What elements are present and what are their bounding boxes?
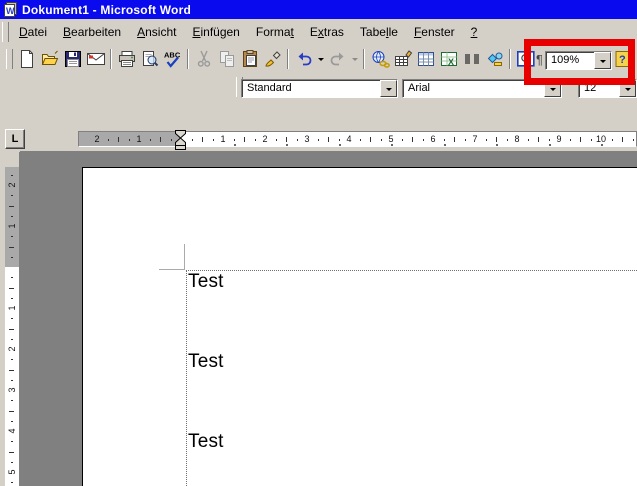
svg-text:W: W	[6, 6, 15, 16]
menu-einfuegen[interactable]: Einfügen	[184, 22, 247, 42]
svg-text:X: X	[448, 57, 454, 67]
save-button[interactable]	[61, 48, 84, 70]
undo-icon	[298, 52, 311, 66]
excel-worksheet-icon: X	[440, 52, 457, 67]
save-icon	[64, 51, 81, 67]
cut-icon	[197, 50, 210, 67]
copy-button-disabled	[215, 48, 238, 70]
insert-hyperlink-button[interactable]	[368, 48, 391, 70]
print-icon	[118, 51, 135, 67]
redo-button-disabled	[326, 48, 349, 70]
spelling-button[interactable]: ABC	[161, 48, 184, 70]
spelling-abc-icon: ABC	[164, 51, 180, 68]
menu-extras[interactable]: Extras	[302, 22, 352, 42]
menu-items: Datei Bearbeiten Ansicht Einfügen Format Extr…	[11, 22, 485, 42]
paste-button[interactable]	[238, 48, 261, 70]
tab-selector-button[interactable]: L	[5, 129, 25, 149]
menu-tabelle[interactable]: Tabelle	[352, 22, 406, 42]
toolbar-separator	[107, 48, 115, 70]
word-window: { "window": { "title": "Dokument1 - Micr…	[0, 0, 637, 486]
insert-table-button[interactable]	[414, 48, 437, 70]
style-dropdown-arrow[interactable]	[380, 80, 397, 97]
paragraph-text: Test	[188, 351, 224, 372]
ruler-row: L 123456789101112	[0, 126, 637, 151]
menu-fenster[interactable]: Fenster	[406, 22, 463, 42]
email-button[interactable]	[84, 48, 107, 70]
style-combobox[interactable]: Standard	[241, 79, 398, 98]
menu-ansicht[interactable]: Ansicht	[129, 22, 184, 42]
drawing-button[interactable]	[483, 48, 506, 70]
document-area: Test Test Test	[20, 151, 637, 486]
print-preview-icon	[142, 51, 158, 67]
horizontal-ruler: 123456789101112	[78, 131, 637, 147]
format-painter-button[interactable]	[261, 48, 284, 70]
menubar-grip[interactable]	[2, 22, 9, 42]
tables-and-borders-button[interactable]	[391, 48, 414, 70]
menu-datei[interactable]: Datei	[11, 22, 55, 42]
tables-borders-icon	[394, 50, 412, 66]
margin-crop-mark-horizontal	[159, 269, 185, 270]
undo-dropdown-arrow[interactable]	[315, 48, 326, 70]
indent-marker[interactable]	[174, 129, 187, 151]
new-document-icon	[20, 50, 33, 68]
highlight-box	[524, 39, 635, 85]
standard-toolbar-grip[interactable]	[6, 49, 13, 69]
insert-table-icon	[417, 52, 434, 66]
email-icon	[86, 53, 105, 65]
toolbar-separator	[284, 48, 292, 70]
undo-button[interactable]	[292, 48, 315, 70]
menu-hilfe[interactable]: ?	[463, 22, 486, 42]
print-preview-button[interactable]	[138, 48, 161, 70]
columns-button[interactable]	[460, 48, 483, 70]
open-folder-icon	[41, 50, 58, 65]
style-value[interactable]: Standard	[242, 80, 380, 97]
margin-crop-mark-vertical	[184, 244, 185, 270]
columns-icon	[464, 54, 479, 64]
vertical-ruler: 1234512	[5, 152, 20, 486]
toolbar-separator	[360, 48, 368, 70]
page[interactable]	[82, 167, 637, 486]
format-painter-icon	[264, 51, 281, 67]
font-value[interactable]: Arial	[403, 80, 544, 97]
menu-bearbeiten[interactable]: Bearbeiten	[55, 22, 129, 42]
text-boundary-top	[186, 270, 637, 271]
drawing-icon	[487, 52, 502, 66]
print-button[interactable]	[115, 48, 138, 70]
toolbar-separator	[506, 48, 514, 70]
title-bar[interactable]: W Dokument1 - Microsoft Word	[0, 0, 637, 19]
text-boundary-left	[186, 270, 187, 486]
cut-button-disabled	[192, 48, 215, 70]
open-button[interactable]	[38, 48, 61, 70]
toolbar-separator	[184, 48, 192, 70]
paste-icon	[242, 50, 257, 67]
new-document-button[interactable]	[15, 48, 38, 70]
paragraph-text: Test	[188, 271, 224, 292]
redo-icon	[330, 52, 343, 66]
copy-icon	[219, 51, 234, 67]
paragraph-text: Test	[188, 431, 224, 452]
menu-format[interactable]: Format	[248, 22, 302, 42]
window-title: Dokument1 - Microsoft Word	[22, 2, 191, 17]
vruler-text-segment	[5, 267, 19, 486]
hyperlink-globe-icon	[372, 51, 390, 68]
word-document-icon: W	[3, 2, 19, 18]
insert-excel-worksheet-button[interactable]: X	[437, 48, 460, 70]
redo-dropdown-arrow	[349, 48, 360, 70]
